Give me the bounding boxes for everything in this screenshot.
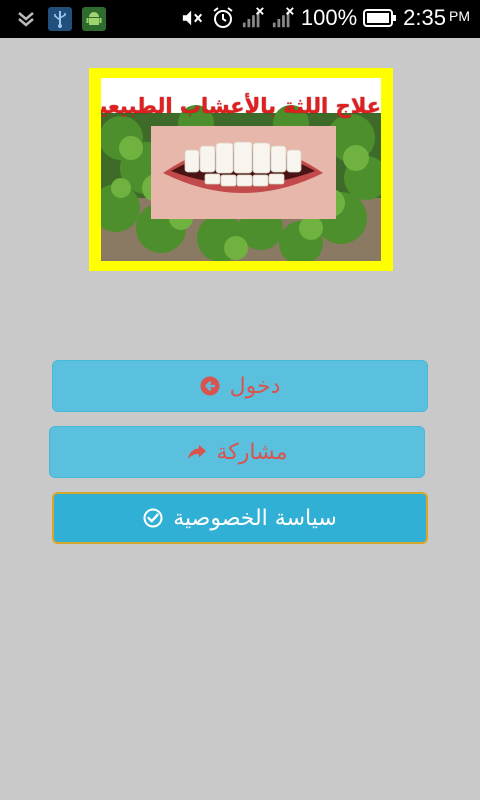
system-icons: 100% 2:35 PM xyxy=(181,5,470,31)
clock-time: 2:35 xyxy=(403,5,446,30)
banner-frame: علاج اللثة بالأعشاب الطبيعية xyxy=(89,68,393,271)
privacy-policy-button-label: سياسة الخصوصية xyxy=(173,505,337,531)
android-debug-icon xyxy=(82,7,106,31)
notification-icons xyxy=(14,7,106,31)
notification-expand-icon[interactable] xyxy=(14,7,38,31)
status-bar: 100% 2:35 PM xyxy=(0,0,480,38)
login-button[interactable]: دخول xyxy=(52,360,428,412)
clock: 2:35 PM xyxy=(403,5,470,31)
banner-title: علاج اللثة بالأعشاب الطبيعية xyxy=(101,94,381,118)
mute-icon xyxy=(181,6,205,30)
banner-image: علاج اللثة بالأعشاب الطبيعية xyxy=(101,78,381,261)
share-arrow-icon xyxy=(187,442,207,462)
battery-icon xyxy=(363,6,397,30)
arrow-circle-left-icon xyxy=(200,376,220,396)
usb-icon xyxy=(48,7,72,31)
no-signal-icon xyxy=(241,6,265,30)
login-button-label: دخول xyxy=(229,373,281,399)
battery-percent: 100% xyxy=(300,5,358,30)
check-circle-icon xyxy=(143,508,163,528)
privacy-policy-button[interactable]: سياسة الخصوصية xyxy=(52,492,428,544)
clock-ampm: PM xyxy=(449,8,470,24)
alarm-icon xyxy=(211,6,235,30)
share-button[interactable]: مشاركة xyxy=(49,426,425,478)
share-button-label: مشاركة xyxy=(216,439,288,465)
no-signal-icon xyxy=(271,6,295,30)
